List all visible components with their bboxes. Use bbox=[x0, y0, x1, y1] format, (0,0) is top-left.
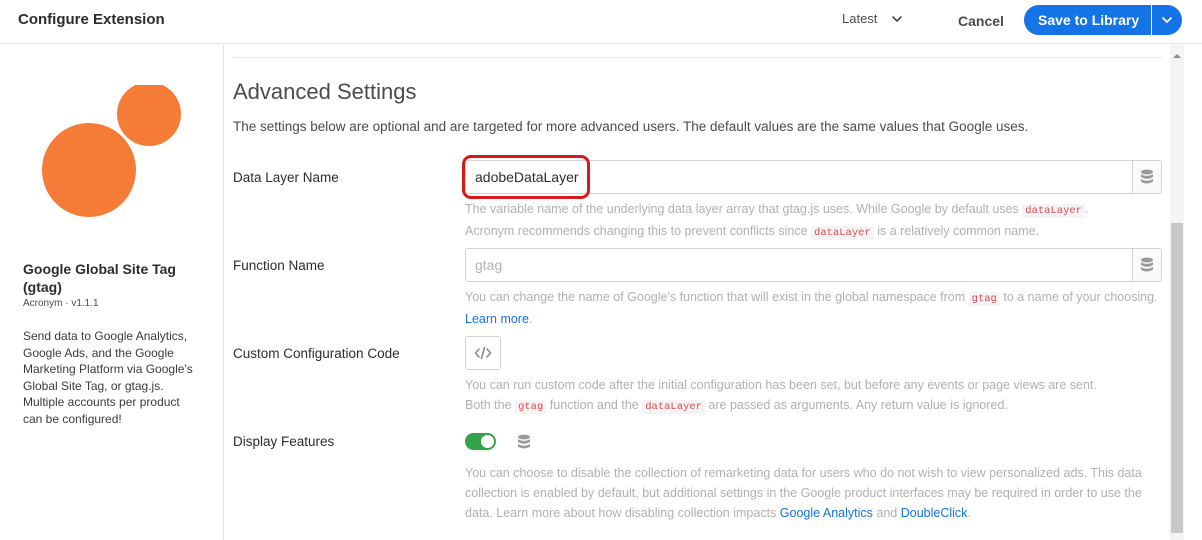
help-text: You can change the name of Google's func… bbox=[465, 290, 966, 304]
database-icon bbox=[1141, 257, 1153, 272]
inline-code: dataLayer bbox=[811, 226, 874, 240]
data-layer-help: The variable name of the underlying data… bbox=[465, 199, 1165, 243]
settings-panel: Advanced Settings The settings below are… bbox=[225, 45, 1170, 540]
function-name-help: You can change the name of Google's func… bbox=[465, 287, 1165, 329]
help-text: function and the bbox=[549, 398, 639, 412]
inline-code: dataLayer bbox=[642, 400, 705, 414]
help-text: Both the bbox=[465, 398, 512, 412]
header: Configure Extension Latest Cancel Save t… bbox=[0, 0, 1202, 44]
data-layer-name-input[interactable] bbox=[465, 160, 1133, 194]
chevron-down-icon bbox=[892, 15, 903, 22]
save-options-button[interactable] bbox=[1152, 5, 1183, 35]
section-description: The settings below are optional and are … bbox=[233, 119, 1029, 134]
scroll-up-arrow-icon[interactable] bbox=[1170, 51, 1184, 61]
data-element-button[interactable] bbox=[1132, 160, 1162, 194]
help-text: Acronym recommends changing this to prev… bbox=[465, 224, 808, 238]
version-select[interactable]: Latest bbox=[842, 11, 903, 26]
inline-code: dataLayer bbox=[1022, 204, 1085, 218]
help-text: to a name of your choosing. bbox=[1003, 290, 1158, 304]
extension-logo bbox=[42, 85, 181, 217]
divider bbox=[233, 57, 1162, 58]
help-text: are passed as arguments. Any return valu… bbox=[708, 398, 1008, 412]
inline-code: gtag bbox=[968, 292, 1000, 306]
section-title: Advanced Settings bbox=[233, 79, 417, 104]
help-text: is a relatively common name. bbox=[877, 224, 1040, 238]
inline-code: gtag bbox=[515, 400, 547, 414]
data-layer-name-label: Data Layer Name bbox=[233, 170, 339, 185]
version-select-label: Latest bbox=[842, 11, 878, 26]
extension-vendor: Acronym · v1.1.1 bbox=[23, 298, 99, 309]
cancel-button[interactable]: Cancel bbox=[950, 8, 1012, 34]
database-icon[interactable] bbox=[517, 434, 531, 450]
help-text: . bbox=[1085, 202, 1089, 216]
learn-more-link[interactable]: Learn more bbox=[465, 312, 529, 326]
data-element-button[interactable] bbox=[1132, 248, 1162, 282]
display-features-help: You can choose to disable the collection… bbox=[465, 463, 1160, 523]
open-code-editor-button[interactable] bbox=[465, 336, 501, 370]
page-title: Configure Extension bbox=[18, 11, 165, 28]
scrollbar[interactable] bbox=[1170, 45, 1184, 540]
display-features-label: Display Features bbox=[233, 434, 335, 449]
custom-code-label: Custom Configuration Code bbox=[233, 346, 400, 361]
save-to-library-button[interactable]: Save to Library bbox=[1024, 5, 1152, 35]
custom-code-help: You can run custom code after the initia… bbox=[465, 375, 1165, 417]
code-icon bbox=[474, 346, 492, 360]
display-features-toggle[interactable] bbox=[465, 433, 496, 450]
google-analytics-link[interactable]: Google Analytics bbox=[780, 506, 873, 520]
chevron-down-icon bbox=[1162, 17, 1173, 23]
help-text: . bbox=[528, 312, 533, 326]
save-button-group: Save to Library bbox=[1024, 5, 1183, 35]
function-name-input[interactable] bbox=[465, 248, 1133, 282]
extension-sidebar: Google Global Site Tag (gtag) Acronym · … bbox=[0, 45, 224, 540]
help-text: and bbox=[876, 506, 898, 520]
help-text: . bbox=[967, 506, 971, 520]
help-text: The variable name of the underlying data… bbox=[465, 202, 1019, 216]
doubleclick-link[interactable]: DoubleClick bbox=[901, 506, 968, 520]
database-icon bbox=[1141, 169, 1153, 184]
function-name-label: Function Name bbox=[233, 258, 325, 273]
scrollbar-thumb[interactable] bbox=[1171, 223, 1183, 533]
extension-name: Google Global Site Tag (gtag) bbox=[23, 261, 176, 295]
extension-description: Send data to Google Analytics, Google Ad… bbox=[23, 329, 193, 426]
help-text: You can run custom code after the initia… bbox=[465, 378, 1097, 392]
toggle-knob bbox=[481, 435, 494, 448]
